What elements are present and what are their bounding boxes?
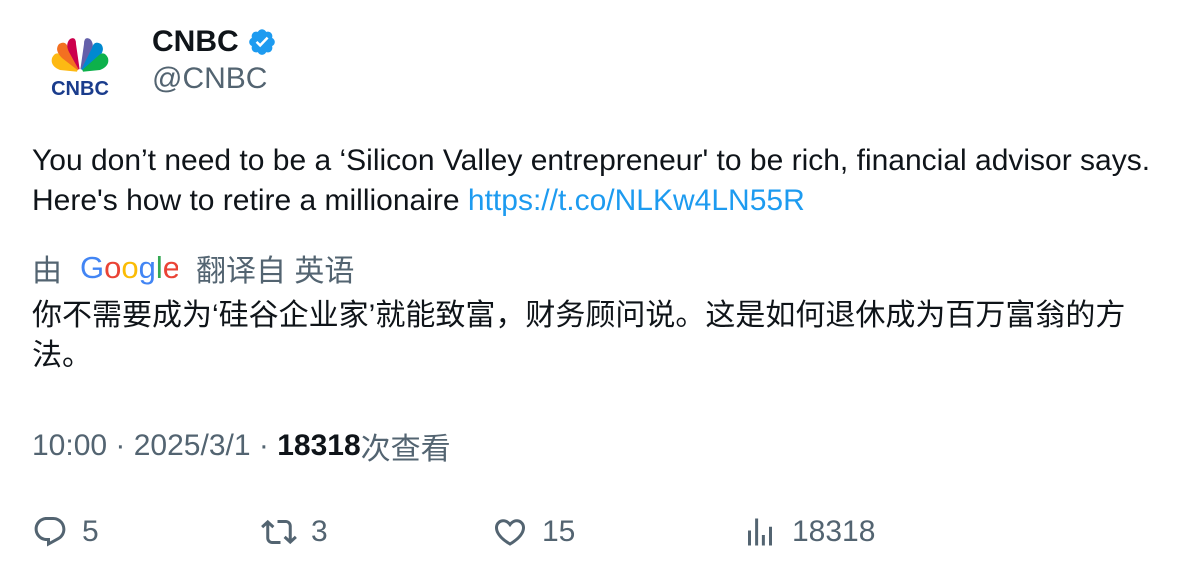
view-count: 18318 — [277, 429, 361, 462]
verified-badge-icon[interactable] — [247, 27, 277, 57]
views-action-count: 18318 — [792, 515, 876, 548]
tweet-date[interactable]: 2025/3/1 — [134, 429, 251, 463]
translation-suffix: 翻译自 英语 — [196, 255, 355, 288]
view-count-label: 次查看 — [360, 433, 451, 466]
google-logo-text: Google — [80, 250, 178, 285]
avatar-cnbc-logo[interactable]: CNBC — [38, 36, 122, 100]
author-name[interactable]: CNBC — [152, 25, 239, 59]
translated-text: 你不需要成为‘硅谷企业家’就能致富，财务顾问说。这是如何退休成为百万富翁的方法。 — [32, 299, 1126, 372]
retweet-icon — [261, 519, 297, 545]
google-logo-icon[interactable]: Google — [80, 250, 178, 286]
tweet-text: You don’t need to be a ‘Silicon Valley e… — [32, 141, 1172, 221]
reply-count: 5 — [82, 515, 99, 548]
cnbc-peacock-icon: CNBC — [51, 38, 109, 100]
views-button[interactable]: 18318 — [742, 510, 875, 554]
translation-prefix: 由 — [32, 255, 62, 288]
meta-separator: · — [250, 429, 278, 462]
retweet-count: 3 — [311, 515, 328, 548]
heart-icon — [494, 519, 526, 546]
cnbc-logo-text: CNBC — [51, 78, 109, 100]
retweet-button[interactable]: 3 — [261, 510, 328, 554]
tweet-meta: 10:00 · 2025/3/1 · 18318 次查看 — [32, 424, 451, 468]
meta-separator: · — [107, 429, 134, 462]
author-handle[interactable]: @CNBC — [152, 62, 267, 96]
translation-attribution: 由 Google 翻译自 英语 — [32, 246, 354, 290]
like-count: 15 — [542, 515, 576, 548]
like-button[interactable]: 15 — [492, 510, 575, 554]
tweet-link[interactable]: https://t.co/NLKw4LN55R — [468, 184, 805, 217]
author-name-row: CNBC — [152, 22, 277, 62]
tweet-time[interactable]: 10:00 — [32, 429, 107, 463]
reply-icon — [34, 517, 66, 547]
action-bar: 5 3 15 18318 — [0, 510, 1196, 554]
reply-button[interactable]: 5 — [32, 510, 99, 554]
analytics-icon — [748, 518, 772, 546]
